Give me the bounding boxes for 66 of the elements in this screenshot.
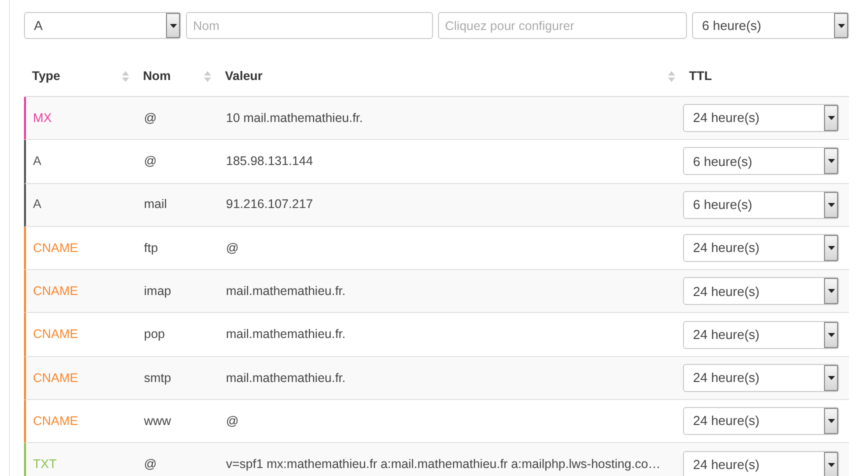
caret-icon	[828, 202, 834, 207]
dropdown-button[interactable]	[824, 322, 838, 348]
record-name: @	[144, 154, 157, 168]
ttl-select[interactable]: 6 heure(s)	[692, 12, 849, 39]
caret-icon	[828, 116, 834, 120]
column-header[interactable]: Nom	[143, 67, 204, 86]
record-name: pop	[144, 327, 165, 342]
record-name: @	[144, 110, 157, 125]
record-type: A	[33, 197, 42, 212]
record-type: CNAME	[33, 370, 78, 385]
dropdown-button[interactable]	[834, 13, 848, 38]
ttl-select[interactable]: 6 heure(s)	[683, 190, 839, 219]
record-name: www	[144, 414, 172, 428]
record-name: @	[144, 457, 157, 472]
record-value: mail.mathemathieu.fr.	[226, 284, 346, 298]
caret-icon	[170, 24, 176, 28]
record-type: TXT	[33, 457, 57, 472]
name-field[interactable]: Nom	[186, 12, 433, 39]
ttl-select[interactable]: 24 heure(s)	[683, 234, 839, 262]
record-type: CNAME	[33, 240, 78, 255]
ttl-select[interactable]: 24 heure(s)	[683, 104, 839, 132]
record-value: 185.98.131.144	[226, 154, 313, 168]
dropdown-button[interactable]	[824, 105, 838, 132]
record-name: imap	[144, 284, 172, 298]
caret-icon	[828, 332, 834, 337]
record-type: A	[33, 154, 42, 168]
caret-icon	[828, 376, 834, 380]
record-value: v=spf1 mx:mathemathieu.fr a:mail.mathemathieu.fr a:mailphp.lws-hosting.co…	[226, 457, 661, 472]
record-type: CNAME	[33, 414, 78, 428]
record-value: @	[226, 240, 239, 255]
dropdown-button[interactable]	[824, 148, 838, 174]
ttl-select[interactable]: 6 heure(s)	[683, 147, 839, 176]
caret-icon	[828, 246, 834, 250]
type-select[interactable]: A	[24, 12, 181, 39]
column-header[interactable]: Type	[32, 67, 122, 86]
record-value: mail.mathemathieu.fr.	[226, 370, 346, 385]
dropdown-button[interactable]	[166, 13, 180, 38]
dropdown-button[interactable]	[824, 192, 838, 218]
dropdown-button[interactable]	[824, 364, 838, 391]
record-value: @	[226, 414, 239, 428]
ttl-select[interactable]: 24 heure(s)	[683, 277, 839, 306]
caret-icon	[828, 419, 834, 424]
record-type: CNAME	[33, 327, 78, 342]
dropdown-button[interactable]	[824, 452, 838, 476]
record-name: ftp	[144, 240, 158, 255]
caret-icon	[828, 289, 834, 294]
record-type: CNAME	[33, 284, 78, 298]
caret-icon	[838, 24, 844, 28]
value-field[interactable]: Cliquez pour configurer	[438, 12, 687, 39]
ttl-select[interactable]: 24 heure(s)	[683, 407, 839, 436]
record-value: mail.mathemathieu.fr.	[226, 327, 346, 342]
ttl-select[interactable]: 24 heure(s)	[683, 364, 839, 392]
caret-icon	[828, 462, 834, 467]
record-name: mail	[144, 197, 167, 212]
dropdown-button[interactable]	[824, 278, 838, 304]
column-header[interactable]: TTL	[689, 67, 843, 86]
dropdown-button[interactable]	[824, 235, 838, 262]
caret-icon	[828, 159, 834, 164]
ttl-select[interactable]: 24 heure(s)	[683, 450, 839, 476]
record-name: smtp	[144, 370, 172, 385]
dropdown-button[interactable]	[824, 408, 838, 434]
ttl-select[interactable]: 24 heure(s)	[683, 320, 839, 349]
column-header[interactable]: Valeur	[225, 67, 668, 86]
record-value: 91.216.107.217	[226, 197, 313, 212]
record-value: 10 mail.mathemathieu.fr.	[226, 110, 363, 125]
record-type: MX	[33, 110, 52, 125]
